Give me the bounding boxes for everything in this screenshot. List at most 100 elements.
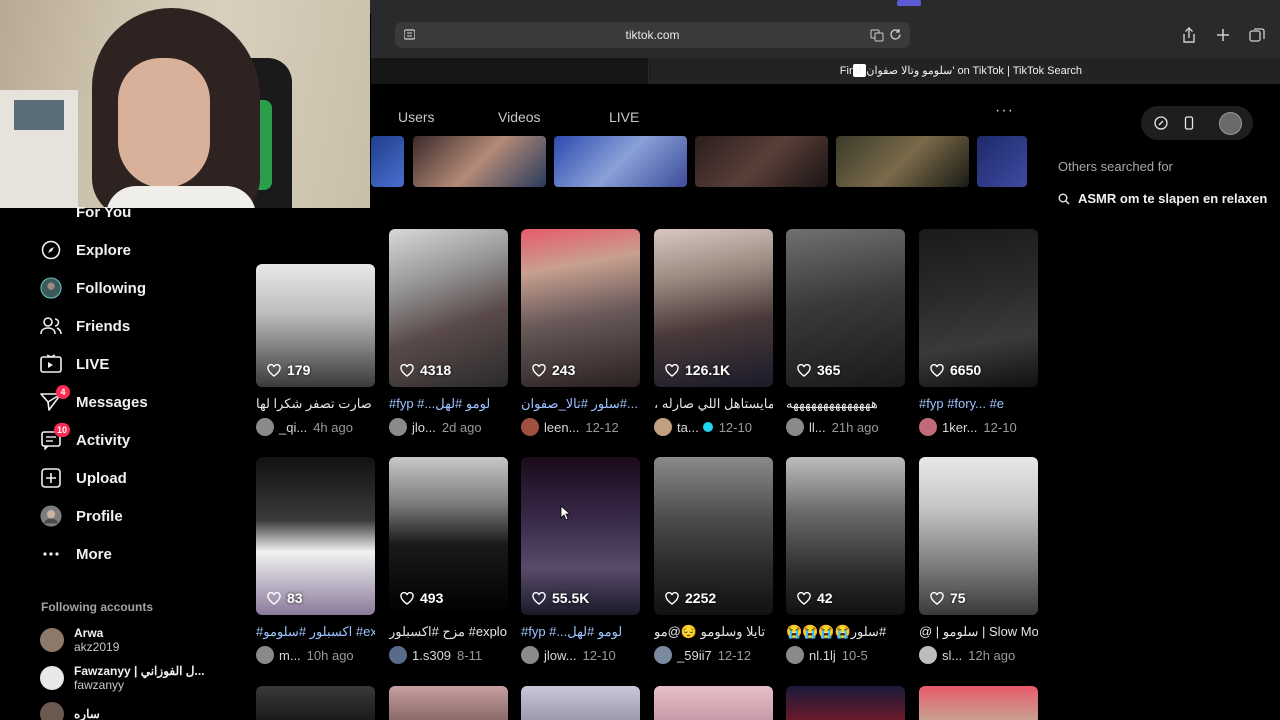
following-account[interactable]: Arwa akz2019 (40, 626, 119, 654)
username[interactable]: jlow... (544, 648, 577, 663)
video-thumbnail[interactable]: 2252 (654, 457, 773, 615)
tab-users[interactable]: Users (398, 109, 435, 125)
url-text[interactable]: tiktok.com (395, 28, 910, 42)
avatar[interactable] (521, 418, 539, 436)
strip-thumb[interactable] (695, 136, 828, 187)
sidebar-item-profile[interactable]: Profile (40, 501, 123, 531)
username[interactable]: jlo... (412, 420, 436, 435)
coin-icon[interactable] (1154, 116, 1168, 130)
username[interactable]: _qi... (279, 420, 307, 435)
strip-thumb[interactable] (413, 136, 546, 187)
video-caption[interactable]: #fyp #...لومو #لهل (389, 396, 508, 412)
username[interactable]: nl.1lj (809, 648, 836, 663)
address-bar[interactable]: tiktok.com (395, 22, 910, 48)
video-caption[interactable]: @ | سلومو | Slow Mo (919, 624, 1038, 640)
video-caption[interactable]: #fyp #...لومو #لهل (521, 624, 640, 640)
tab-videos[interactable]: Videos (498, 109, 541, 125)
video-caption[interactable]: مزح #اكسبلور #explo (389, 624, 508, 640)
strip-thumb[interactable] (836, 136, 969, 187)
video-thumbnail[interactable]: 126.1K (654, 229, 773, 387)
avatar[interactable] (389, 418, 407, 436)
tabs-overview-icon[interactable] (1248, 26, 1266, 44)
video-thumbnail[interactable]: 83 (256, 457, 375, 615)
reload-icon[interactable] (889, 28, 902, 41)
sidebar-item-explore[interactable]: Explore (40, 235, 131, 265)
webcam-person-face (118, 58, 210, 188)
avatar[interactable] (256, 418, 274, 436)
heart-icon (797, 363, 811, 377)
avatar[interactable] (786, 418, 804, 436)
tab-active[interactable]: Find 'سلومو وتالا صفوان' on TikTok | Tik… (650, 58, 1280, 84)
activity-icon: 10 (40, 423, 70, 451)
video-thumbnail[interactable]: 365 (786, 229, 905, 387)
video-thumbnail[interactable] (654, 686, 773, 720)
video-thumbnail[interactable] (786, 686, 905, 720)
following-account[interactable]: Fawzanyy | ل الفوزاني... fawzanyy (40, 664, 205, 692)
video-meta: _qi... 4h ago (256, 418, 375, 436)
avatar[interactable] (919, 646, 937, 664)
username[interactable]: ta... (677, 420, 699, 435)
video-thumbnail[interactable] (521, 686, 640, 720)
video-thumbnail[interactable]: 243 (521, 229, 640, 387)
tab-inactive[interactable] (371, 58, 649, 84)
sidebar-item-activity[interactable]: 10 Activity (40, 423, 131, 455)
heart-icon (797, 591, 811, 605)
username[interactable]: 1ker... (942, 420, 977, 435)
following-accounts-title: Following accounts (41, 600, 154, 614)
video-thumbnail[interactable]: 179 (256, 264, 375, 387)
account-name: Arwa (74, 626, 104, 640)
tab-live[interactable]: LIVE (609, 109, 639, 125)
video-thumbnail[interactable] (256, 686, 375, 720)
avatar[interactable] (389, 646, 407, 664)
avatar[interactable] (786, 646, 804, 664)
avatar[interactable] (919, 418, 937, 436)
sidebar-item-following[interactable]: Following (40, 273, 146, 303)
sidebar-item-live[interactable]: LIVE (40, 349, 109, 379)
video-thumbnail[interactable]: 55.5K (521, 457, 640, 615)
video-caption[interactable]: #fyp #fory... #e (919, 396, 1038, 411)
username[interactable]: m... (279, 648, 301, 663)
sidebar-item-upload[interactable]: Upload (40, 463, 127, 493)
avatar[interactable] (521, 646, 539, 664)
video-caption[interactable]: 😭😭😭😭سلور# (786, 624, 905, 640)
username[interactable]: _59ii7 (677, 648, 712, 663)
sidebar-item-label: Activity (76, 431, 131, 449)
sidebar-item-messages[interactable]: 4 Messages (40, 385, 148, 417)
video-caption[interactable]: صارت تصفر شكرا لها (256, 396, 375, 412)
video-caption[interactable]: ، ومايستاهل اللي صارله (654, 396, 773, 412)
translate-icon[interactable] (870, 28, 884, 42)
video-caption[interactable]: ههههههههههههههه (786, 396, 905, 412)
username[interactable]: ll... (809, 420, 826, 435)
video-thumbnail[interactable]: 4318 (389, 229, 508, 387)
video-caption[interactable]: #اكسبلور #سلومو #ex (256, 624, 375, 640)
strip-thumb[interactable] (977, 136, 1027, 187)
video-thumbnail[interactable]: 6650 (919, 229, 1038, 387)
strip-thumb[interactable] (554, 136, 687, 187)
following-account[interactable]: ساره (40, 702, 100, 720)
share-icon[interactable] (1180, 26, 1198, 44)
video-caption[interactable]: سلور #تالا_صفوان#... (521, 396, 640, 412)
username[interactable]: sl... (942, 648, 962, 663)
video-thumbnail[interactable] (919, 686, 1038, 720)
sidebar-item-friends[interactable]: Friends (40, 311, 130, 341)
new-tab-icon[interactable] (1214, 26, 1232, 44)
video-thumbnail[interactable]: 75 (919, 457, 1038, 615)
sidebar-item-for-you[interactable]: For You (40, 197, 131, 227)
username[interactable]: leen... (544, 420, 579, 435)
video-thumbnail[interactable] (389, 686, 508, 720)
avatar[interactable] (654, 646, 672, 664)
others-searched-item[interactable]: ASMR om te slapen en relaxen (1058, 191, 1267, 206)
avatar[interactable] (654, 418, 672, 436)
video-thumbnail[interactable]: 493 (389, 457, 508, 615)
activity-badge: 10 (53, 423, 70, 437)
video-caption[interactable]: تايلا وسلومو 😔@مو (654, 624, 773, 640)
more-options-icon[interactable]: ··· (995, 102, 1014, 120)
like-count: 75 (930, 590, 966, 606)
profile-avatar[interactable] (1219, 112, 1242, 135)
sidebar-item-more[interactable]: More (40, 539, 112, 569)
device-icon[interactable] (1182, 116, 1196, 130)
video-thumbnail[interactable]: 42 (786, 457, 905, 615)
username[interactable]: 1.s309 (412, 648, 451, 663)
avatar[interactable] (256, 646, 274, 664)
strip-thumb[interactable] (371, 136, 404, 187)
